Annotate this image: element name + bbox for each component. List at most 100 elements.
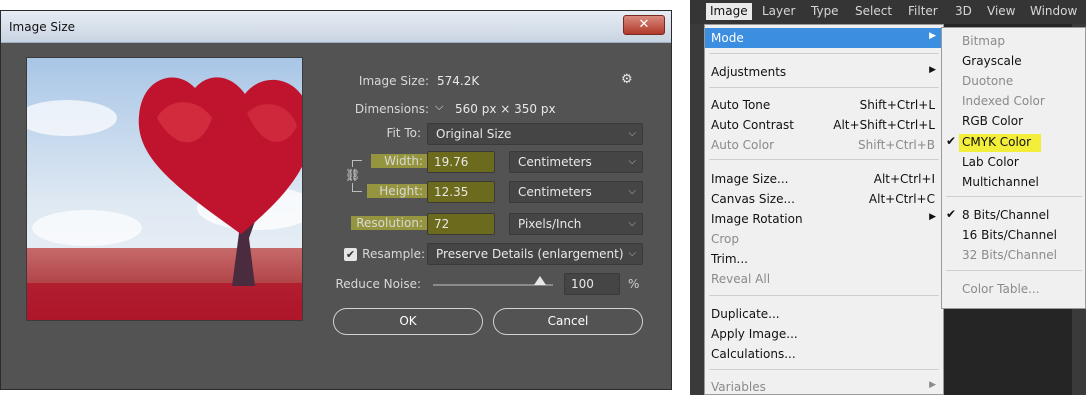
width-label: Width: — [371, 154, 427, 168]
submenu-item-rgb-color[interactable]: RGB Color — [942, 111, 1085, 131]
menubar-item-3d[interactable]: 3D — [955, 4, 972, 18]
fit-to-select[interactable]: Original Size ⌵ — [427, 123, 643, 145]
reduce-noise-unit: % — [628, 277, 640, 291]
menu-item-label: Image Size... — [711, 172, 789, 186]
dialog-titlebar[interactable]: Image Size ✕ — [1, 11, 671, 43]
resolution-unit-value: Pixels/Inch — [518, 217, 582, 231]
submenu-item-label: Indexed Color — [962, 94, 1045, 108]
photoshop-image-menu-screenshot: Image Layer Type Select Filter 3D View W… — [690, 0, 1086, 395]
submenu-item-grayscale[interactable]: Grayscale — [942, 51, 1085, 71]
checkmark-icon: ✔ — [946, 207, 957, 221]
resample-label: Resample: — [362, 247, 425, 261]
heart-tree-image — [27, 58, 302, 320]
submenu-item-cmyk-color[interactable]: ✔ CMYK Color — [942, 132, 1085, 152]
checkmark-icon: ✔ — [946, 134, 957, 148]
submenu-item-bitmap[interactable]: Bitmap — [942, 31, 1085, 51]
menubar-item-layer[interactable]: Layer — [762, 4, 795, 18]
menu-item-shortcut: Alt+Shift+Ctrl+L — [833, 118, 935, 132]
submenu-item-duotone[interactable]: Duotone — [942, 71, 1085, 91]
menubar-item-type[interactable]: Type — [811, 4, 839, 18]
left-toolbar-edge — [690, 24, 704, 395]
menu-item-adjustments[interactable]: Adjustments ▶ — [705, 62, 943, 82]
triangle-right-icon: ▶ — [929, 31, 936, 41]
slider-thumb[interactable] — [533, 276, 546, 285]
submenu-item-color-table[interactable]: Color Table... — [942, 279, 1085, 299]
menubar-item-image[interactable]: Image — [706, 3, 752, 20]
gear-icon[interactable]: ⚙ — [621, 72, 633, 87]
menu-item-shortcut: Alt+Ctrl+C — [868, 192, 935, 206]
link-icon[interactable]: ⛓ — [345, 167, 360, 183]
menubar-item-view[interactable]: View — [987, 4, 1015, 18]
triangle-right-icon: ▶ — [929, 65, 936, 75]
menu-divider — [709, 159, 939, 160]
submenu-item-32-bits[interactable]: 32 Bits/Channel — [942, 245, 1085, 265]
submenu-divider — [946, 196, 1082, 197]
height-input[interactable]: 12.35 — [427, 181, 495, 203]
menu-item-auto-color[interactable]: Auto Color Shift+Ctrl+B — [705, 135, 943, 155]
menubar-item-window[interactable]: Window — [1030, 4, 1077, 18]
mode-submenu: Bitmap Grayscale Duotone Indexed Color R… — [941, 27, 1086, 309]
chevron-down-icon[interactable]: ⌵ — [435, 100, 443, 114]
menu-divider — [709, 53, 939, 54]
submenu-item-16-bits[interactable]: 16 Bits/Channel — [942, 225, 1085, 245]
menu-item-crop[interactable]: Crop — [705, 229, 943, 249]
menu-item-label: Reveal All — [711, 272, 771, 286]
menu-item-duplicate[interactable]: Duplicate... — [705, 304, 943, 324]
menu-item-label: Canvas Size... — [711, 192, 795, 206]
menubar: Image Layer Type Select Filter 3D View W… — [690, 0, 1086, 24]
chevron-down-icon: ⌵ — [628, 128, 636, 139]
menu-item-variables[interactable]: Variables ▶ — [705, 377, 943, 395]
resample-value: Preserve Details (enlargement) — [436, 247, 624, 261]
resample-checkbox[interactable]: ✔ — [344, 248, 357, 261]
cancel-button[interactable]: Cancel — [493, 308, 643, 335]
resolution-label: Resolution: — [351, 216, 427, 230]
triangle-right-icon: ▶ — [929, 212, 936, 222]
menu-item-auto-contrast[interactable]: Auto Contrast Alt+Shift+Ctrl+L — [705, 115, 943, 135]
submenu-item-label: Lab Color — [962, 155, 1019, 169]
reduce-noise-input[interactable]: 100 — [564, 273, 620, 295]
menubar-item-filter[interactable]: Filter — [908, 4, 938, 18]
width-unit-select[interactable]: Centimeters ⌵ — [509, 151, 643, 173]
resolution-unit-select[interactable]: Pixels/Inch ⌵ — [509, 213, 643, 235]
submenu-item-label: 32 Bits/Channel — [962, 248, 1057, 262]
submenu-item-lab-color[interactable]: Lab Color — [942, 152, 1085, 172]
submenu-item-label: Grayscale — [962, 54, 1022, 68]
height-unit-value: Centimeters — [518, 185, 592, 199]
dialog-body: Image Size: 574.2K ⚙ Dimensions: ⌵ 560 p… — [9, 45, 663, 381]
submenu-item-indexed-color[interactable]: Indexed Color — [942, 91, 1085, 111]
menu-divider — [709, 295, 939, 296]
submenu-item-label: 8 Bits/Channel — [962, 208, 1050, 222]
width-input[interactable]: 19.76 — [427, 151, 495, 173]
resample-select[interactable]: Preserve Details (enlargement) ⌵ — [427, 243, 643, 265]
ok-button[interactable]: OK — [333, 308, 483, 335]
close-button[interactable]: ✕ — [623, 15, 665, 35]
height-label: Height: — [367, 184, 427, 198]
submenu-item-8-bits[interactable]: ✔ 8 Bits/Channel — [942, 205, 1085, 225]
menu-item-apply-image[interactable]: Apply Image... — [705, 324, 943, 344]
menu-item-auto-tone[interactable]: Auto Tone Shift+Ctrl+L — [705, 95, 943, 115]
menu-item-label: Trim... — [711, 252, 748, 266]
submenu-item-label: Duotone — [962, 74, 1014, 88]
menu-item-reveal-all[interactable]: Reveal All — [705, 269, 943, 289]
menu-item-label: Apply Image... — [711, 327, 798, 341]
menu-item-canvas-size[interactable]: Canvas Size... Alt+Ctrl+C — [705, 189, 943, 209]
resolution-input[interactable]: 72 — [427, 213, 495, 235]
fit-to-label: Fit To: — [386, 126, 421, 140]
image-size-label: Image Size: — [358, 74, 429, 88]
width-unit-value: Centimeters — [518, 155, 592, 169]
image-size-value: 574.2K — [437, 74, 480, 88]
chevron-down-icon: ⌵ — [628, 186, 636, 197]
menu-item-mode[interactable]: Mode ▶ — [705, 28, 943, 48]
menu-divider — [709, 87, 939, 88]
menubar-item-select[interactable]: Select — [855, 4, 892, 18]
height-unit-select[interactable]: Centimeters ⌵ — [509, 181, 643, 203]
menu-item-label: Variables — [711, 380, 766, 394]
submenu-item-label: Multichannel — [962, 175, 1039, 189]
menu-item-image-rotation[interactable]: Image Rotation ▶ — [705, 209, 943, 229]
image-preview[interactable] — [26, 57, 303, 321]
menu-item-trim[interactable]: Trim... — [705, 249, 943, 269]
menu-item-calculations[interactable]: Calculations... — [705, 344, 943, 364]
menu-item-image-size[interactable]: Image Size... Alt+Ctrl+I — [705, 169, 943, 189]
submenu-item-multichannel[interactable]: Multichannel — [942, 172, 1085, 192]
submenu-item-label: Color Table... — [962, 282, 1040, 296]
